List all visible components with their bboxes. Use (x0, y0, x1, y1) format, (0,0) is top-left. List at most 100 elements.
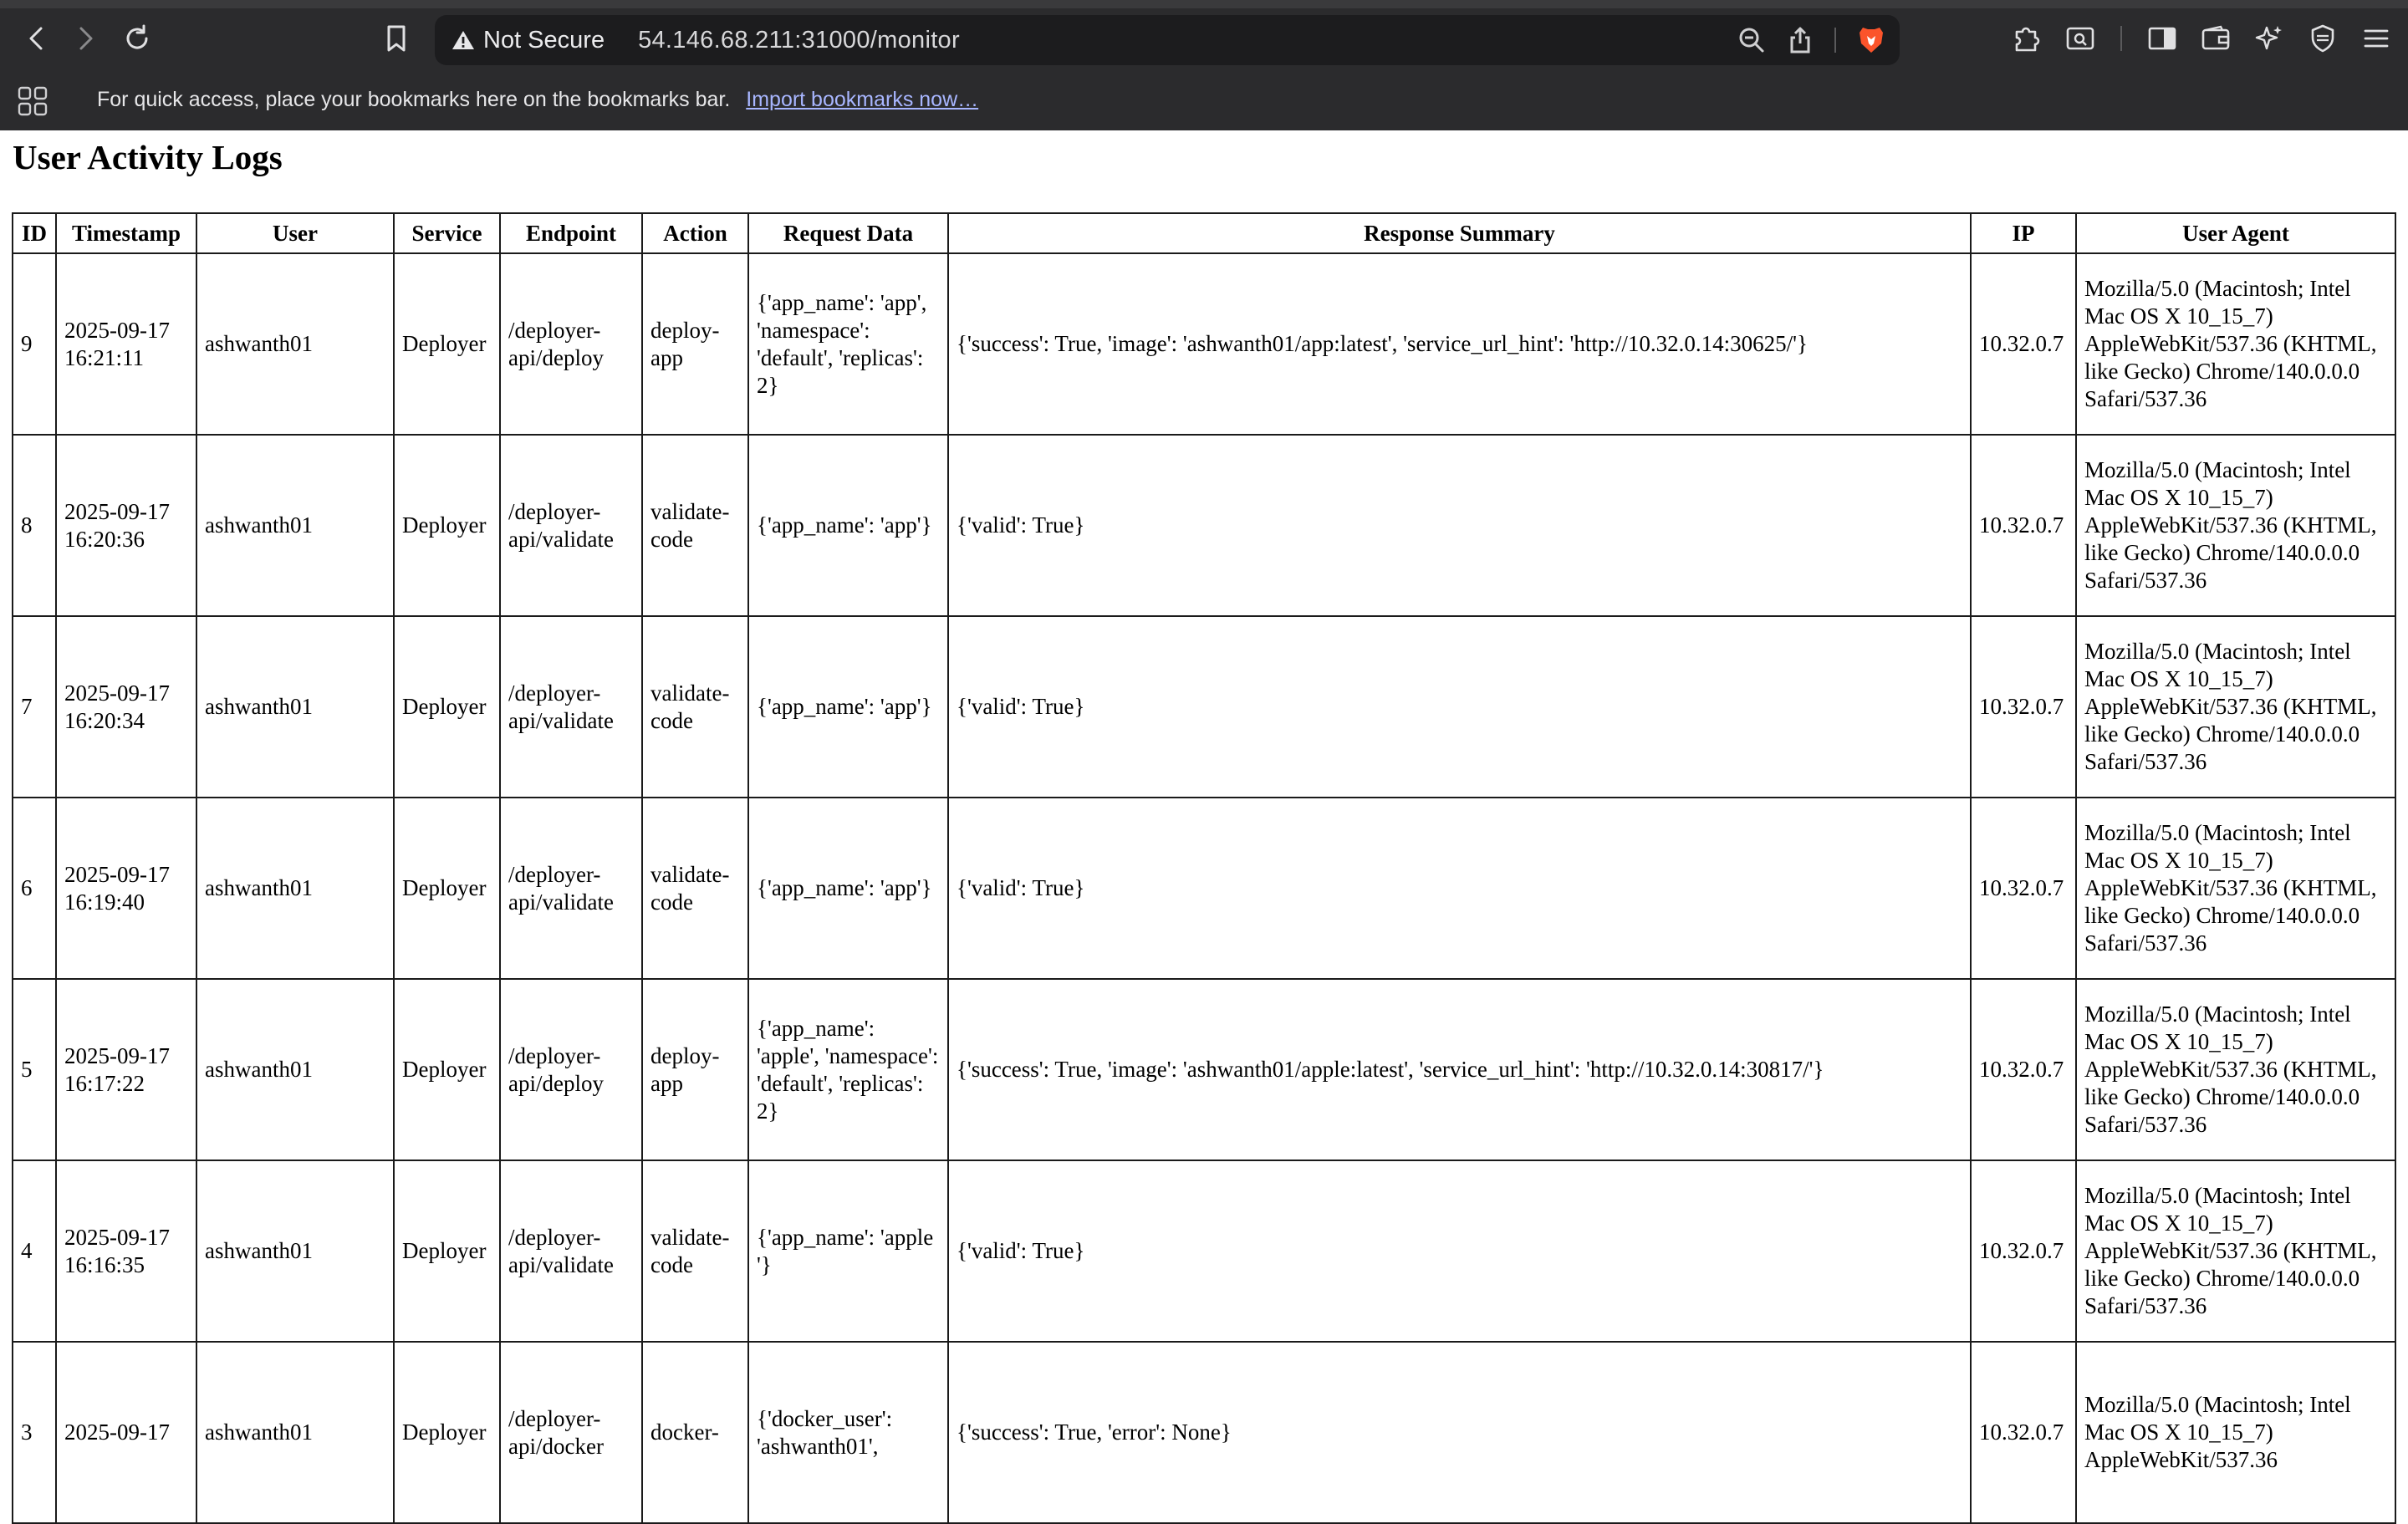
table-row: 3 2025-09-17 ashwanth01 Deployer /deploy… (12, 1341, 2396, 1524)
cell-id: 5 (12, 978, 57, 1161)
share-icon[interactable] (1788, 26, 1813, 54)
apps-grid-icon[interactable] (17, 85, 48, 117)
toolbar-divider (1834, 28, 1836, 53)
browser-chrome: Not Secure 54.146.68.211:31000/monitor F… (0, 0, 2408, 130)
reload-button[interactable] (119, 20, 156, 57)
cell-timestamp: 2025-09-17 16:21:11 (55, 252, 197, 436)
cell-user-agent: Mozilla/5.0 (Macintosh; Intel Mac OS X 1… (2075, 252, 2396, 436)
sidebar-button[interactable] (2144, 20, 2181, 57)
import-bookmarks-link[interactable]: Import bookmarks now… (746, 88, 978, 111)
cell-endpoint: /deployer-api/validate (499, 1160, 643, 1343)
cell-action: docker- (641, 1341, 749, 1524)
address-bar-actions (1737, 15, 1885, 65)
cell-request-data: {'docker_user': 'ashwanth01', (747, 1341, 949, 1524)
wallet-icon (2201, 25, 2230, 50)
chevron-left-icon (29, 27, 43, 50)
cell-user-agent: Mozilla/5.0 (Macintosh; Intel Mac OS X 1… (2075, 1341, 2396, 1524)
cell-service: Deployer (393, 252, 501, 436)
cell-id: 3 (12, 1341, 57, 1524)
column-header-response-summary: Response Summary (947, 212, 1972, 254)
wallet-button[interactable] (2197, 20, 2234, 57)
cell-timestamp: 2025-09-17 16:20:34 (55, 615, 197, 798)
cell-response-summary: {'valid': True} (947, 797, 1972, 980)
url-text[interactable]: 54.146.68.211:31000/monitor (638, 27, 960, 54)
cell-service: Deployer (393, 978, 501, 1161)
cell-response-summary: {'valid': True} (947, 615, 1972, 798)
bookmark-icon (387, 25, 406, 52)
cell-ip: 10.32.0.7 (1970, 1341, 2077, 1524)
cell-user-agent: Mozilla/5.0 (Macintosh; Intel Mac OS X 1… (2075, 978, 2396, 1161)
page-title: User Activity Logs (13, 138, 283, 176)
column-header-endpoint: Endpoint (499, 212, 643, 254)
column-header-service: Service (393, 212, 501, 254)
extensions-button[interactable] (2008, 20, 2045, 57)
cell-user-agent: Mozilla/5.0 (Macintosh; Intel Mac OS X 1… (2075, 615, 2396, 798)
cell-id: 4 (12, 1160, 57, 1343)
reader-mode-button[interactable] (2062, 20, 2099, 57)
cell-user-agent: Mozilla/5.0 (Macintosh; Intel Mac OS X 1… (2075, 1160, 2396, 1343)
back-button[interactable] (18, 20, 55, 57)
bookmarks-bar: For quick access, place your bookmarks h… (0, 69, 2408, 130)
cell-user: ashwanth01 (196, 1160, 395, 1343)
forward-button[interactable] (67, 20, 104, 57)
cell-ip: 10.32.0.7 (1970, 434, 2077, 617)
cell-request-data: {'app_name': 'app'} (747, 615, 949, 798)
table-row: 9 2025-09-17 16:21:11 ashwanth01 Deploye… (12, 252, 2396, 436)
cell-timestamp: 2025-09-17 16:16:35 (55, 1160, 197, 1343)
cell-request-data: {'app_name': 'apple '} (747, 1160, 949, 1343)
cell-action: validate-code (641, 615, 749, 798)
cell-action: validate-code (641, 434, 749, 617)
column-header-request-data: Request Data (747, 212, 949, 254)
cell-user: ashwanth01 (196, 978, 395, 1161)
cell-service: Deployer (393, 1160, 501, 1343)
puzzle-icon (2015, 27, 2040, 52)
cell-user: ashwanth01 (196, 615, 395, 798)
activity-log-table: ID Timestamp User Service Endpoint Actio… (12, 212, 2396, 1524)
column-header-timestamp: Timestamp (55, 212, 197, 254)
cell-ip: 10.32.0.7 (1970, 1160, 2077, 1343)
cell-response-summary: {'valid': True} (947, 1160, 1972, 1343)
warning-icon[interactable] (452, 29, 475, 51)
vpn-shield-button[interactable] (2304, 20, 2341, 57)
cell-user: ashwanth01 (196, 797, 395, 980)
cell-timestamp: 2025-09-17 16:19:40 (55, 797, 197, 980)
cell-service: Deployer (393, 434, 501, 617)
leo-ai-button[interactable] (2251, 20, 2288, 57)
cell-id: 9 (12, 252, 57, 436)
cell-user-agent: Mozilla/5.0 (Macintosh; Intel Mac OS X 1… (2075, 797, 2396, 980)
bookmark-button[interactable] (378, 20, 415, 57)
cell-user: ashwanth01 (196, 434, 395, 617)
cell-user: ashwanth01 (196, 1341, 395, 1524)
brave-lion-icon[interactable] (1858, 25, 1885, 55)
cell-request-data: {'app_name': 'app', 'namespace': 'defaul… (747, 252, 949, 436)
browser-toolbar: Not Secure 54.146.68.211:31000/monitor (0, 8, 2408, 69)
zoom-out-icon[interactable] (1737, 26, 1766, 54)
address-bar[interactable]: Not Secure 54.146.68.211:31000/monitor (435, 15, 1900, 65)
bookmarks-hint: For quick access, place your bookmarks h… (97, 88, 978, 112)
security-status[interactable]: Not Secure (483, 27, 605, 54)
cell-user-agent: Mozilla/5.0 (Macintosh; Intel Mac OS X 1… (2075, 434, 2396, 617)
cell-id: 7 (12, 615, 57, 798)
column-header-ip: IP (1970, 212, 2077, 254)
sparkle-star-icon (2255, 26, 2282, 50)
cell-request-data: {'app_name': 'app'} (747, 434, 949, 617)
shield-icon (2311, 24, 2334, 53)
cell-action: validate-code (641, 797, 749, 980)
cell-action: deploy-app (641, 978, 749, 1161)
window-top-strip (0, 0, 2408, 8)
sidebar-icon (2148, 27, 2176, 50)
cell-id: 8 (12, 434, 57, 617)
cell-endpoint: /deployer-api/validate (499, 434, 643, 617)
cell-response-summary: {'valid': True} (947, 434, 1972, 617)
menu-button[interactable] (2358, 20, 2395, 57)
table-row: 7 2025-09-17 16:20:34 ashwanth01 Deploye… (12, 615, 2396, 798)
cell-action: deploy-app (641, 252, 749, 436)
cell-ip: 10.32.0.7 (1970, 797, 2077, 980)
cell-ip: 10.32.0.7 (1970, 978, 2077, 1161)
cell-timestamp: 2025-09-17 16:17:22 (55, 978, 197, 1161)
cell-endpoint: /deployer-api/validate (499, 615, 643, 798)
bookmarks-message: For quick access, place your bookmarks h… (97, 87, 731, 111)
cell-user: ashwanth01 (196, 252, 395, 436)
table-row: 5 2025-09-17 16:17:22 ashwanth01 Deploye… (12, 978, 2396, 1161)
cell-ip: 10.32.0.7 (1970, 252, 2077, 436)
